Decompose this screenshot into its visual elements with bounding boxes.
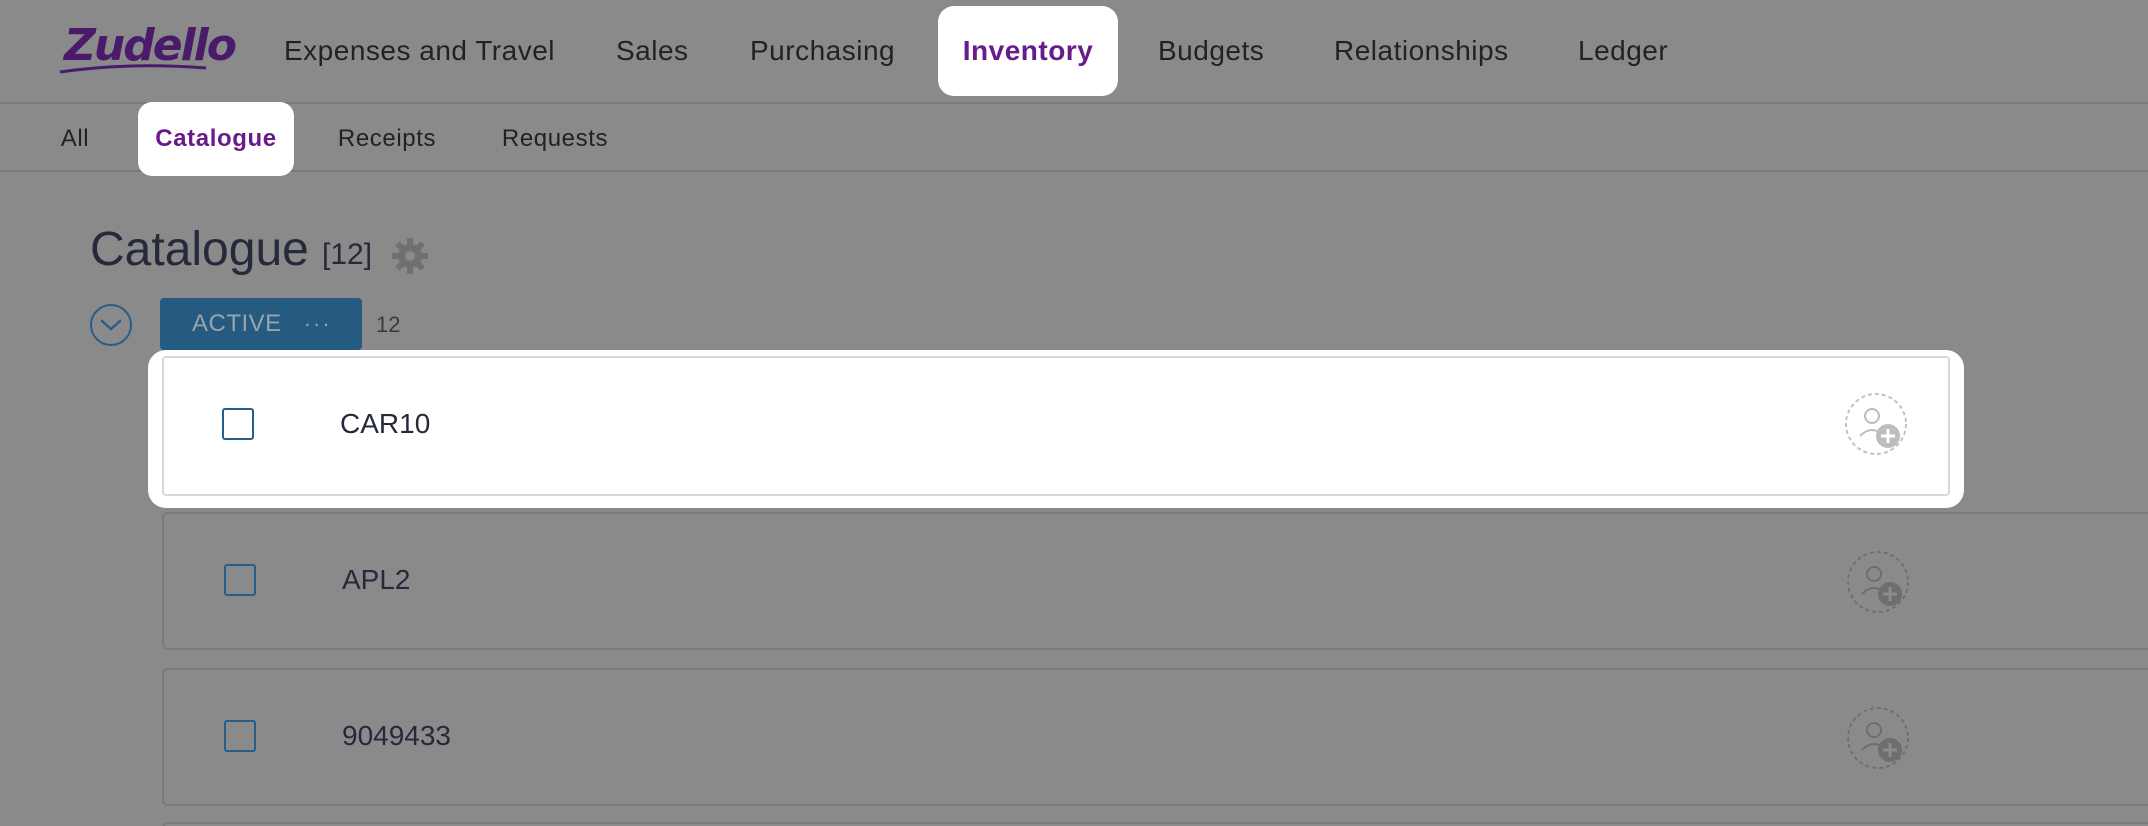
top-navigation: Zudello Expenses and Travel Sales Purcha… <box>0 0 2148 104</box>
subnav-requests[interactable]: Requests <box>496 104 614 174</box>
page-title: Catalogue <box>90 223 309 276</box>
list-item[interactable]: CAR10 <box>148 350 1964 508</box>
zudello-logo[interactable]: Zudello <box>58 18 237 76</box>
collapse-group-button[interactable] <box>90 304 132 346</box>
nav-sales[interactable]: Sales <box>592 6 713 96</box>
row-label: APL2 <box>342 564 411 595</box>
nav-expenses-and-travel[interactable]: Expenses and Travel <box>260 6 579 96</box>
status-label: ACTIVE <box>192 310 282 337</box>
subnav-all[interactable]: All <box>44 104 106 174</box>
nav-ledger[interactable]: Ledger <box>1554 6 1692 96</box>
page-item-count: [12] <box>322 238 373 271</box>
subnav-receipts[interactable]: Receipts <box>330 104 444 174</box>
assign-user-icon[interactable] <box>1846 706 1910 770</box>
nav-relationships[interactable]: Relationships <box>1310 6 1533 96</box>
more-options-icon[interactable]: ··· <box>304 311 332 337</box>
nav-inventory[interactable]: Inventory <box>938 6 1118 96</box>
row-checkbox[interactable] <box>224 720 256 752</box>
row-checkbox[interactable] <box>222 408 254 440</box>
list-item[interactable]: APL2 <box>162 512 2148 650</box>
subnav-catalogue[interactable]: Catalogue <box>138 102 294 176</box>
row-checkbox[interactable] <box>224 564 256 596</box>
list-item[interactable]: 9049433 <box>162 668 2148 806</box>
assign-user-icon[interactable] <box>1846 550 1910 614</box>
sub-navigation: All Catalogue Receipts Requests <box>0 102 2148 176</box>
logo-swoosh-icon <box>59 64 207 74</box>
status-group-count: 12 <box>376 312 401 337</box>
list-item[interactable] <box>162 822 2148 826</box>
gear-icon[interactable] <box>390 236 430 276</box>
status-group-pill[interactable]: ACTIVE ··· <box>160 298 362 350</box>
row-label: 9049433 <box>342 720 452 751</box>
nav-purchasing[interactable]: Purchasing <box>726 6 919 96</box>
chevron-down-icon <box>100 319 122 331</box>
nav-budgets[interactable]: Budgets <box>1134 6 1288 96</box>
assign-user-icon[interactable] <box>1844 392 1908 456</box>
row-label: CAR10 <box>340 408 431 439</box>
